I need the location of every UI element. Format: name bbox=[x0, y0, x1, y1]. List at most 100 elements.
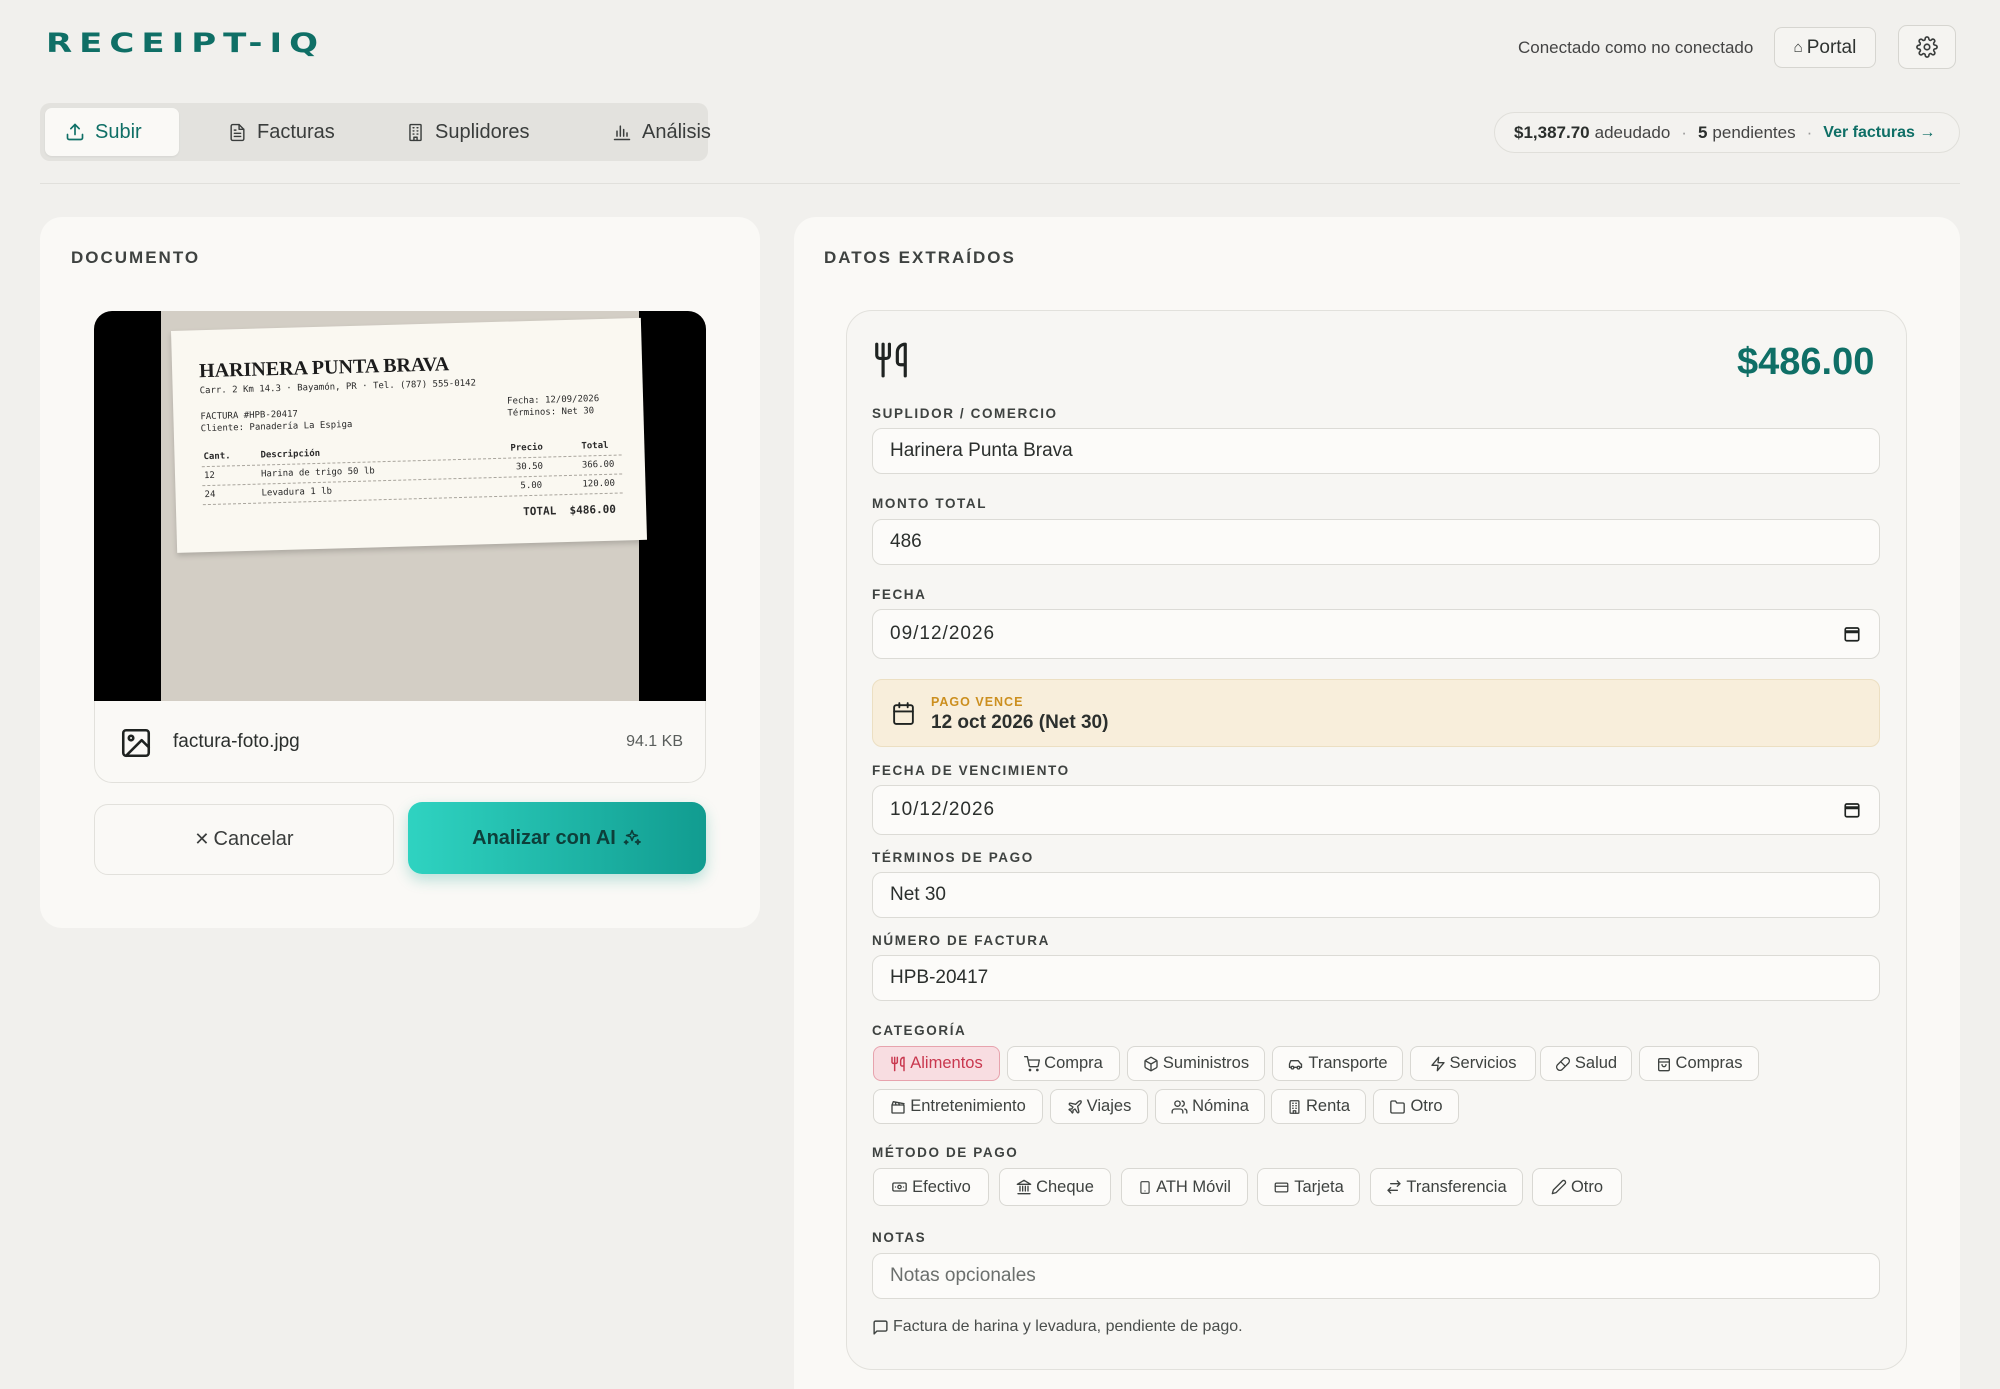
category-chip-compra[interactable]: Compra bbox=[1007, 1046, 1120, 1081]
date-value: 09/12/2026 bbox=[890, 623, 996, 644]
date-input[interactable]: 09/12/2026 bbox=[872, 609, 1880, 659]
separator-dot: · bbox=[1681, 122, 1687, 142]
receipt-terms: Términos: Net 30 bbox=[507, 406, 595, 419]
invoice-number-label: NÚMERO DE FACTURA bbox=[872, 933, 1050, 948]
category-chip-salud[interactable]: Salud bbox=[1540, 1046, 1632, 1081]
image-file-icon bbox=[121, 728, 151, 758]
chip-label: ATH Móvil bbox=[1156, 1177, 1231, 1196]
cart-icon bbox=[1024, 1055, 1041, 1071]
receipt-row-price: 30.50 bbox=[515, 461, 544, 473]
car-icon bbox=[1289, 1059, 1303, 1070]
home-icon: ⌂ bbox=[1793, 39, 1803, 56]
file-info-row: factura-foto.jpg 94.1 KB bbox=[94, 701, 706, 783]
users-icon bbox=[1171, 1099, 1188, 1114]
tab-facturas[interactable]: Facturas bbox=[208, 108, 355, 156]
chip-label: Nómina bbox=[1192, 1097, 1249, 1115]
payment-method-label: MÉTODO DE PAGO bbox=[872, 1145, 1019, 1160]
owed-amount: $1,387.70 bbox=[1514, 122, 1590, 142]
header-divider bbox=[40, 183, 1960, 184]
payment-chip-cheque[interactable]: Cheque bbox=[999, 1168, 1111, 1206]
sparkles-icon bbox=[623, 829, 641, 846]
document-section-title: DOCUMENTO bbox=[71, 248, 201, 267]
receipt-row-desc: Levadura 1 lb bbox=[261, 486, 333, 499]
ai-note: Factura de harina y levadura, pendiente … bbox=[872, 1318, 1243, 1336]
chip-label: Efectivo bbox=[912, 1177, 971, 1196]
bolt-icon bbox=[1430, 1056, 1445, 1071]
receipt-date: Fecha: 12/09/2026 bbox=[506, 394, 600, 407]
chip-label: Tarjeta bbox=[1294, 1177, 1344, 1196]
pending-count: 5 bbox=[1697, 122, 1708, 142]
utensils-icon bbox=[875, 342, 907, 378]
tab-subir[interactable]: Subir bbox=[45, 108, 179, 156]
invoice-number-input[interactable]: HPB-20417 bbox=[872, 955, 1880, 1001]
receipt-photo: HARINERA PUNTA BRAVA Carr. 2 Km 14.3 · B… bbox=[161, 311, 648, 701]
terms-input[interactable]: Net 30 bbox=[872, 872, 1880, 918]
payment-chip-transferencia[interactable]: Transferencia bbox=[1370, 1168, 1523, 1206]
analyze-ai-button[interactable]: Analizar con AI bbox=[408, 802, 706, 874]
file-size: 94.1 KB bbox=[626, 733, 683, 750]
receipt-row-total: 120.00 bbox=[582, 478, 616, 490]
payment-chip-otro[interactable]: Otro bbox=[1532, 1168, 1622, 1206]
due-date-value: 10/12/2026 bbox=[890, 799, 996, 820]
ai-note-text: Factura de harina y levadura, pendiente … bbox=[893, 1318, 1243, 1335]
due-date-input[interactable]: 10/12/2026 bbox=[872, 785, 1880, 835]
folder-icon bbox=[1390, 1099, 1406, 1114]
category-chip-viajes[interactable]: Viajes bbox=[1050, 1089, 1148, 1124]
receipt-row-qty: 24 bbox=[204, 489, 216, 501]
calendar-icon[interactable] bbox=[1843, 625, 1861, 643]
total-input[interactable]: 486 bbox=[872, 519, 1880, 565]
receipt-row-desc: Harina de trigo 50 lb bbox=[260, 466, 375, 480]
category-chip-servicios[interactable]: Servicios bbox=[1410, 1046, 1536, 1081]
due-notice-value: 12 oct 2026 (Net 30) bbox=[931, 712, 1109, 733]
app-logo: RECEIPT-IQ bbox=[46, 28, 326, 60]
chip-label: Suministros bbox=[1162, 1054, 1250, 1072]
upload-icon bbox=[66, 123, 84, 141]
category-chip-renta[interactable]: Renta bbox=[1271, 1089, 1366, 1124]
calendar-icon bbox=[893, 702, 914, 725]
bag-icon bbox=[1657, 1057, 1670, 1071]
balance-summary: $1,387.70 adeudado · 5 pendientes · Ver … bbox=[1494, 112, 1960, 153]
pill-icon bbox=[1555, 1056, 1570, 1071]
card-icon bbox=[1274, 1182, 1289, 1192]
owed-label: adeudado bbox=[1594, 122, 1671, 142]
category-chip-alimentos[interactable]: Alimentos bbox=[873, 1046, 1000, 1081]
payment-chip-ath-movil[interactable]: ATH Móvil bbox=[1121, 1168, 1248, 1206]
tab-label: Subir bbox=[95, 120, 142, 143]
category-chip-compras[interactable]: Compras bbox=[1639, 1046, 1759, 1081]
bar-chart-icon bbox=[613, 125, 631, 141]
notes-input[interactable]: Notas opcionales bbox=[872, 1253, 1880, 1299]
payment-chip-efectivo[interactable]: Efectivo bbox=[873, 1168, 989, 1206]
bank-icon bbox=[1016, 1179, 1032, 1195]
tab-label: Suplidores bbox=[435, 120, 530, 143]
category-chip-suministros[interactable]: Suministros bbox=[1127, 1046, 1265, 1081]
pending-label: pendientes bbox=[1712, 122, 1796, 142]
supplier-input[interactable]: Harinera Punta Brava bbox=[872, 428, 1880, 474]
calendar-icon[interactable] bbox=[1843, 801, 1861, 819]
chip-label: Entretenimiento bbox=[910, 1097, 1026, 1115]
phone-icon bbox=[1140, 1180, 1150, 1194]
notes-label: NOTAS bbox=[872, 1230, 927, 1245]
receipt-total: TOTAL $486.00 bbox=[523, 502, 617, 519]
receipt-row-qty: 12 bbox=[203, 470, 216, 482]
category-chip-nomina[interactable]: Nómina bbox=[1155, 1089, 1265, 1124]
tab-suplidores[interactable]: Suplidores bbox=[386, 108, 550, 156]
connection-status: Conectado como no conectado bbox=[1518, 38, 1754, 57]
chip-label: Otro bbox=[1570, 1177, 1604, 1196]
cancel-label: Cancelar bbox=[213, 828, 294, 850]
document-icon bbox=[230, 123, 245, 141]
tab-analisis[interactable]: Análisis bbox=[592, 108, 731, 156]
plane-icon bbox=[1068, 1099, 1082, 1114]
category-chip-transporte[interactable]: Transporte bbox=[1272, 1046, 1403, 1081]
view-invoices-link[interactable]: Ver facturas → bbox=[1823, 124, 1935, 142]
extracted-section-title: DATOS EXTRAÍDOS bbox=[824, 248, 1016, 267]
total-amount-display: $486.00 bbox=[1737, 341, 1875, 383]
chip-label: Alimentos bbox=[910, 1054, 983, 1072]
category-chip-otro[interactable]: Otro bbox=[1373, 1089, 1459, 1124]
settings-button[interactable] bbox=[1898, 25, 1956, 69]
portal-button[interactable]: ⌂ Portal bbox=[1774, 27, 1876, 68]
receipt-row-total: 366.00 bbox=[581, 459, 615, 471]
cancel-button[interactable]: ✕ Cancelar bbox=[94, 804, 394, 875]
category-chip-entretenimiento[interactable]: Entretenimiento bbox=[873, 1089, 1043, 1124]
payment-chip-tarjeta[interactable]: Tarjeta bbox=[1257, 1168, 1360, 1206]
receipt-col-qty: Cant. bbox=[203, 451, 231, 463]
